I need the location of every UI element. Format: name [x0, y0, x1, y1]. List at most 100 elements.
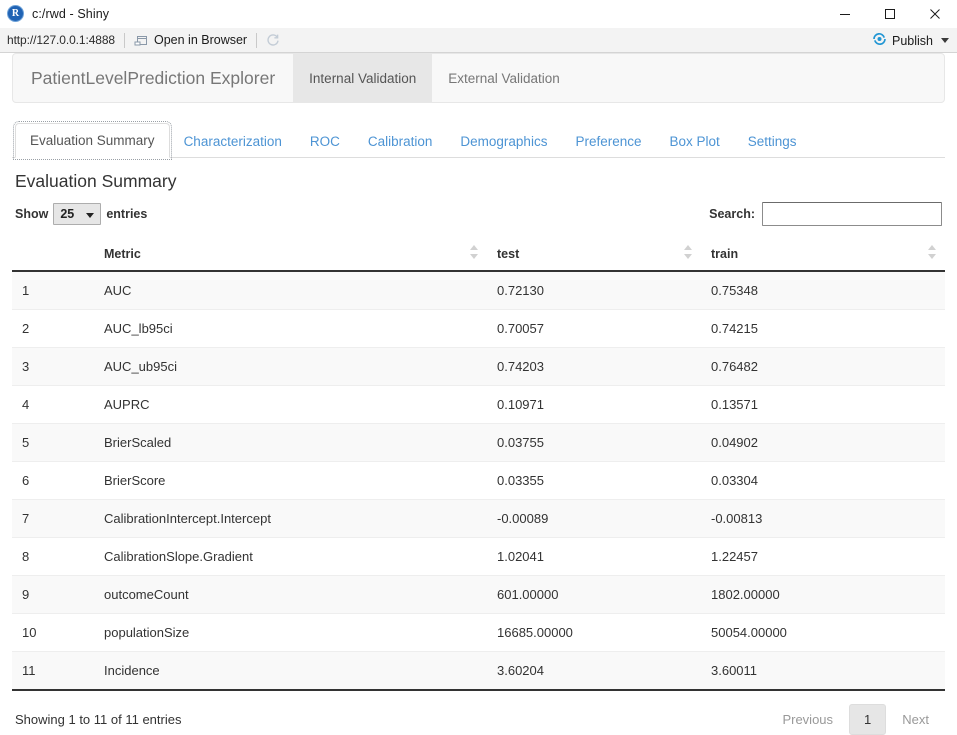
column-header-label: test: [497, 247, 520, 261]
table-row: 9 outcomeCount 601.00000 1802.00000: [12, 575, 945, 614]
publish-button[interactable]: Publish: [872, 28, 951, 53]
publish-label: Publish: [892, 33, 933, 48]
row-metric: AUPRC: [94, 385, 487, 424]
tab-preference[interactable]: Preference: [561, 125, 655, 159]
window-title: c:/rwd - Shiny: [32, 6, 110, 21]
row-metric: BrierScore: [94, 461, 487, 500]
table-row: 10 populationSize 16685.00000 50054.00000: [12, 613, 945, 652]
pagination: Previous 1 Next: [769, 704, 942, 735]
row-test: 0.03755: [487, 423, 701, 462]
chevron-down-icon[interactable]: [941, 38, 949, 43]
row-test: 601.00000: [487, 575, 701, 614]
minimize-icon[interactable]: [822, 0, 867, 28]
row-metric: outcomeCount: [94, 575, 487, 614]
tab-bar: Evaluation Summary Characterization ROC …: [12, 118, 945, 160]
page-number-button[interactable]: 1: [849, 704, 887, 735]
tab-box-plot[interactable]: Box Plot: [656, 125, 734, 159]
tab-settings[interactable]: Settings: [734, 125, 811, 159]
row-train: 50054.00000: [701, 613, 945, 652]
table-row: 6 BrierScore 0.03355 0.03304: [12, 461, 945, 500]
app-brand: PatientLevelPrediction Explorer: [31, 67, 276, 88]
row-index: 5: [12, 423, 94, 462]
table-footer: Showing 1 to 11 of 11 entries Previous 1…: [15, 691, 942, 735]
row-train: 3.60011: [701, 651, 945, 691]
row-train: -0.00813: [701, 499, 945, 538]
row-index: 6: [12, 461, 94, 500]
row-index: 11: [12, 651, 94, 691]
r-logo-icon: R: [7, 5, 24, 22]
show-label: Show: [15, 207, 49, 221]
sort-arrows-icon: [684, 245, 693, 259]
entries-label: entries: [106, 207, 148, 221]
row-metric: AUC_lb95ci: [94, 309, 487, 348]
row-test: 3.60204: [487, 651, 701, 691]
navbar-item-external-validation[interactable]: External Validation: [432, 54, 576, 102]
maximize-icon[interactable]: [867, 0, 912, 28]
row-metric: BrierScaled: [94, 423, 487, 462]
row-test: -0.00089: [487, 499, 701, 538]
table-row: 11 Incidence 3.60204 3.60011: [12, 651, 945, 691]
row-metric: AUC: [94, 270, 487, 310]
row-metric: populationSize: [94, 613, 487, 652]
page-length-control: Show 25 entries: [15, 203, 147, 225]
column-header-index[interactable]: [12, 238, 94, 272]
publish-icon: [872, 32, 887, 49]
row-metric: Incidence: [94, 651, 487, 691]
table-controls: Show 25 entries Search:: [15, 201, 942, 227]
previous-page-button[interactable]: Previous: [769, 705, 846, 734]
table-body: 1 AUC 0.72130 0.75348 2 AUC_lb95ci 0.70057 0.74…: [12, 270, 945, 691]
tab-label: Settings: [747, 133, 797, 149]
table-header-row: Metric test train: [12, 238, 945, 272]
tab-roc[interactable]: ROC: [296, 125, 354, 159]
tab-evaluation-summary[interactable]: Evaluation Summary: [13, 120, 172, 160]
tab-demographics[interactable]: Demographics: [446, 125, 561, 159]
row-train: 0.03304: [701, 461, 945, 500]
row-test: 0.03355: [487, 461, 701, 500]
column-header-train[interactable]: train: [701, 238, 945, 272]
sort-arrows-icon: [470, 245, 479, 259]
table-row: 8 CalibrationSlope.Gradient 1.02041 1.22457: [12, 537, 945, 576]
tab-calibration[interactable]: Calibration: [354, 125, 447, 159]
column-header-test[interactable]: test: [487, 238, 701, 272]
page-length-value: 25: [60, 207, 75, 221]
table-row: 1 AUC 0.72130 0.75348: [12, 270, 945, 310]
table-row: 2 AUC_lb95ci 0.70057 0.74215: [12, 309, 945, 348]
page-title: Evaluation Summary: [15, 171, 177, 191]
tab-label: Demographics: [460, 133, 548, 149]
app-url: http://127.0.0.1:4888: [7, 33, 115, 47]
search-label: Search:: [709, 207, 755, 221]
page-length-select[interactable]: 25: [53, 203, 102, 225]
close-icon[interactable]: [912, 0, 957, 28]
chevron-down-icon: [86, 213, 95, 218]
open-in-browser-button[interactable]: Open in Browser: [125, 28, 256, 53]
table-row: 4 AUPRC 0.10971 0.13571: [12, 385, 945, 424]
row-train: 0.04902: [701, 423, 945, 462]
refresh-button[interactable]: [257, 28, 289, 53]
tab-characterization[interactable]: Characterization: [170, 125, 296, 159]
row-index: 2: [12, 309, 94, 348]
row-index: 10: [12, 613, 94, 652]
row-test: 16685.00000: [487, 613, 701, 652]
row-metric: CalibrationIntercept.Intercept: [94, 499, 487, 538]
table-row: 3 AUC_ub95ci 0.74203 0.76482: [12, 347, 945, 386]
row-index: 3: [12, 347, 94, 386]
navbar-item-label: External Validation: [448, 70, 560, 86]
tab-label: Preference: [575, 133, 642, 149]
window-title-bar: R c:/rwd - Shiny: [0, 0, 957, 28]
row-train: 0.76482: [701, 347, 945, 386]
table-row: 5 BrierScaled 0.03755 0.04902: [12, 423, 945, 462]
table-search-control: Search:: [709, 202, 942, 226]
row-train: 1802.00000: [701, 575, 945, 614]
row-index: 4: [12, 385, 94, 424]
row-metric: CalibrationSlope.Gradient: [94, 537, 487, 576]
tab-label: Characterization: [183, 133, 282, 149]
row-test: 1.02041: [487, 537, 701, 576]
column-header-metric[interactable]: Metric: [94, 238, 487, 272]
tab-label: Calibration: [367, 133, 433, 149]
next-page-button[interactable]: Next: [889, 705, 942, 734]
search-input[interactable]: [762, 202, 942, 226]
row-index: 1: [12, 270, 94, 310]
shiny-viewer-toolbar: http://127.0.0.1:4888 Open in Browser Pu…: [0, 28, 957, 53]
tab-label: ROC: [309, 133, 340, 149]
navbar-item-internal-validation[interactable]: Internal Validation: [293, 54, 433, 102]
